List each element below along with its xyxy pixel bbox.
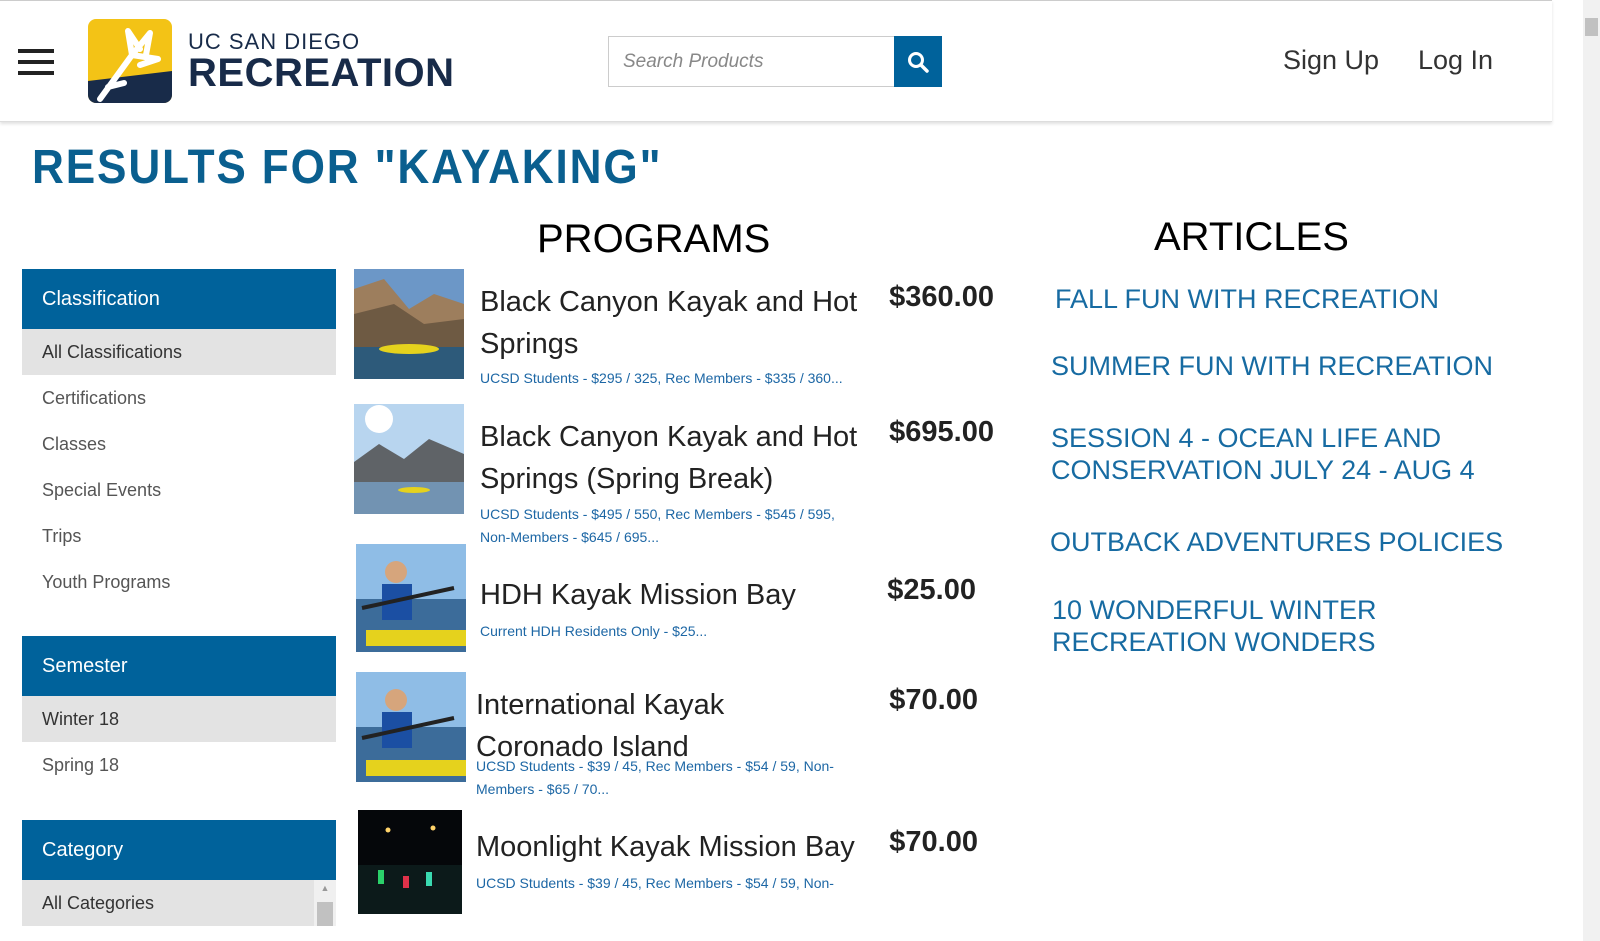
sign-up-link[interactable]: Sign Up [1283,45,1379,76]
program-price: $695.00 [889,416,994,448]
programs-heading: PROGRAMS [537,217,771,261]
facet-item-classes[interactable]: Classes [22,421,336,467]
facet-item-all-categories[interactable]: All Categories ▲ [22,880,336,926]
program-name[interactable]: HDH Kayak Mission Bay [480,574,860,616]
search-icon [908,51,929,73]
page-title: RESULTS FOR "KAYAKING" [32,141,663,194]
program-price: $70.00 [889,684,978,716]
program-item[interactable]: Black Canyon Kayak and Hot Springs $360.… [354,269,994,399]
program-price: $25.00 [887,574,976,606]
category-facet: Category All Categories ▲ [22,820,336,926]
article-link[interactable]: SUMMER FUN WITH RECREATION [1051,350,1521,382]
page-scrollbar[interactable] [1583,0,1600,941]
program-item[interactable]: Black Canyon Kayak and Hot Springs (Spri… [354,404,994,545]
category-heading[interactable]: Category [22,820,336,880]
program-thumbnail[interactable] [356,544,466,654]
program-name[interactable]: Black Canyon Kayak and Hot Springs (Spri… [480,416,860,500]
program-item[interactable]: HDH Kayak Mission Bay $25.00 Current HDH… [354,544,994,664]
articles-heading: ARTICLES [1154,215,1349,259]
program-price: $70.00 [889,826,978,858]
program-thumbnail[interactable] [358,810,462,914]
program-price: $360.00 [889,281,994,313]
program-pricing-detail: UCSD Students - $39 / 45, Rec Members - … [476,758,834,797]
log-in-link[interactable]: Log In [1418,45,1493,76]
semester-heading[interactable]: Semester [22,636,336,696]
program-item[interactable]: Moonlight Kayak Mission Bay $70.00 UCSD … [354,810,994,920]
facet-item-youth-programs[interactable]: Youth Programs [22,559,336,605]
program-item[interactable]: International Kayak Coronado Island $70.… [354,672,994,802]
trident-logo-icon[interactable] [88,19,172,103]
program-name[interactable]: Black Canyon Kayak and Hot Springs [480,281,860,365]
facet-item-certifications[interactable]: Certifications [22,375,336,421]
classification-heading[interactable]: Classification [22,269,336,329]
site-header: UC SAN DIEGO RECREATION Sign Up Log In [0,0,1552,122]
article-link[interactable]: OUTBACK ADVENTURES POLICIES [1050,526,1530,558]
facet-item-winter-18[interactable]: Winter 18 [22,696,336,742]
article-link[interactable]: 10 WONDERFUL WINTER RECREATION WONDERS [1052,594,1432,658]
facet-item-label: All Categories [42,892,155,913]
program-thumbnail[interactable] [354,404,464,514]
program-thumbnail[interactable] [356,672,466,782]
program-name[interactable]: Moonlight Kayak Mission Bay [476,826,876,868]
program-pricing-detail: UCSD Students - $495 / 550, Rec Members … [480,506,835,545]
facet-item-trips[interactable]: Trips [22,513,336,559]
search-input[interactable] [608,36,894,87]
hamburger-menu-icon[interactable] [18,49,54,77]
scroll-up-arrow-icon[interactable]: ▲ [314,880,336,896]
classification-facet: Classification All Classifications Certi… [22,269,336,605]
article-link[interactable]: FALL FUN WITH RECREATION [1055,283,1515,315]
program-pricing-detail: UCSD Students - $295 / 325, Rec Members … [480,370,843,386]
facet-item-all-classifications[interactable]: All Classifications [22,329,336,375]
logo-line-2: RECREATION [188,51,455,95]
semester-facet: Semester Winter 18 Spring 18 [22,636,336,788]
program-thumbnail[interactable] [354,269,464,379]
facet-item-spring-18[interactable]: Spring 18 [22,742,336,788]
program-pricing-detail: Current HDH Residents Only - $25... [480,623,708,639]
program-pricing-detail: UCSD Students - $39 / 45, Rec Members - … [476,875,834,891]
category-list-scrollbar[interactable]: ▲ [314,880,336,926]
article-link[interactable]: SESSION 4 - OCEAN LIFE AND CONSERVATION … [1051,422,1511,486]
facet-item-special-events[interactable]: Special Events [22,467,336,513]
site-logo-text[interactable]: UC SAN DIEGO RECREATION [188,29,454,96]
search-button[interactable] [894,36,942,87]
